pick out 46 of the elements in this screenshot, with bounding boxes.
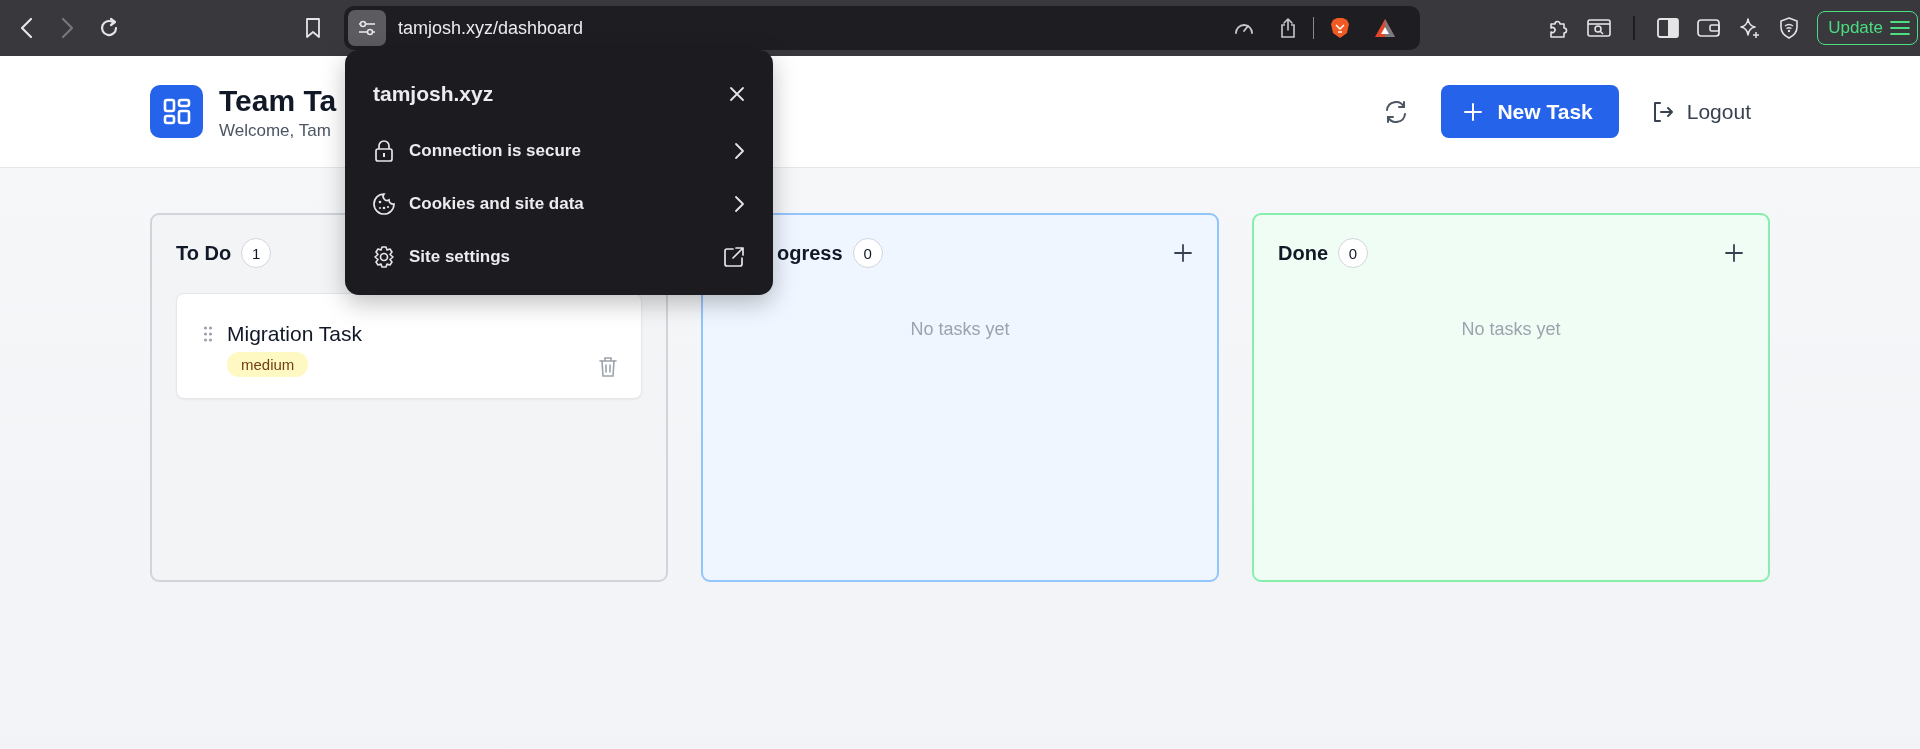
plus-icon [1463,101,1484,122]
site-info-button[interactable] [348,10,386,46]
sparkle-icon[interactable] [1739,17,1762,39]
task-count-badge: 0 [852,238,883,268]
wallet-icon[interactable] [1697,18,1722,38]
new-task-button[interactable]: New Task [1441,85,1619,138]
reload-icon[interactable] [98,17,120,39]
app-title: Team Ta [219,82,337,119]
popup-title: tamjosh.xyz [373,82,494,106]
popup-menu-item[interactable]: Site settings [373,230,745,283]
task-count-badge: 1 [241,238,272,268]
empty-message: No tasks yet [1461,319,1561,340]
column-title: Done [1278,241,1328,265]
bookmark-icon[interactable] [304,17,322,39]
popup-menu-item[interactable]: Cookies and site data [373,177,745,230]
task-title: Migration Task [227,322,362,346]
gear-icon [373,244,395,269]
sliders-icon [357,19,377,37]
triangle-icon[interactable] [1374,18,1396,38]
shield-wifi-icon[interactable] [1779,17,1800,39]
empty-message: No tasks yet [910,319,1010,340]
lion-shield-icon[interactable] [1330,17,1350,39]
add-icon[interactable] [1724,243,1744,263]
task-card[interactable]: Migration Task medium [176,293,642,399]
screenshot-search-icon[interactable] [1587,18,1612,38]
cookie-icon [373,191,395,216]
menu-icon [1889,19,1911,37]
column-title: To Do [176,241,232,265]
add-icon[interactable] [1173,243,1193,263]
chevron-right-icon [733,141,745,160]
task-count-badge: 0 [1338,238,1368,268]
logout-button[interactable]: Logout [1646,95,1755,128]
app-logo-icon [150,85,203,138]
priority-tag: medium [227,352,309,377]
lock-icon [373,138,395,163]
sidebar-icon[interactable] [1657,18,1680,38]
update-button[interactable]: Update [1817,11,1918,45]
welcome-text: Welcome, Tam [219,120,332,141]
column-title: ogress [777,241,843,265]
chevron-right-icon [733,194,745,213]
share-icon[interactable] [1279,17,1297,39]
popup-menu-item[interactable]: Connection is secure [373,124,745,177]
close-icon[interactable] [729,86,745,102]
address-bar[interactable]: tamjosh.xyz/dashboard [398,17,584,39]
drag-handle-icon[interactable] [203,325,213,343]
external-link-icon [723,245,745,268]
